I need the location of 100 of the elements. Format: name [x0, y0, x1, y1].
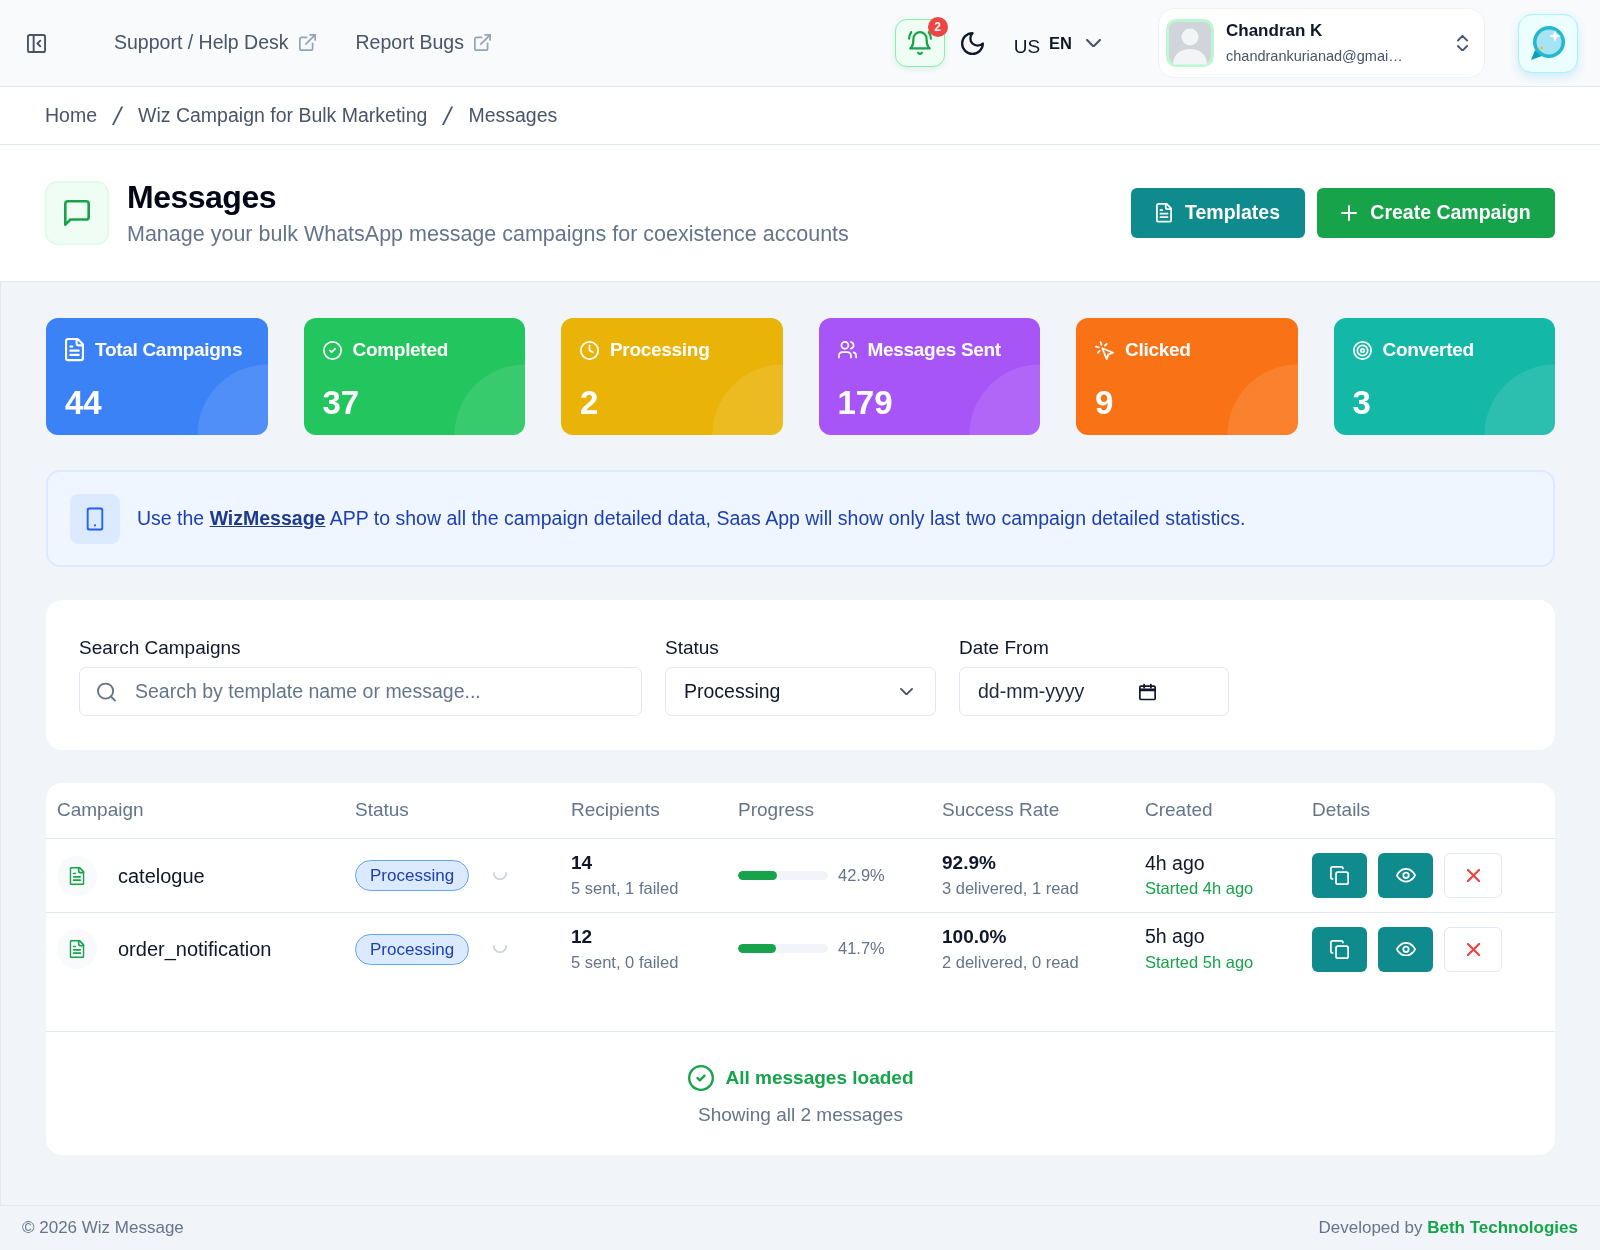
stat-value: 2 — [580, 383, 599, 423]
user-name: Chandran K — [1226, 20, 1324, 41]
clock-icon — [580, 340, 599, 360]
created-time: 5h ago — [1145, 925, 1205, 949]
column-header: Status — [354, 799, 410, 822]
started-time: Started 4h ago — [1145, 879, 1254, 900]
stat-value: 44 — [65, 383, 102, 423]
stat-value: 37 — [322, 383, 360, 423]
wizmessage-link[interactable]: WizMessage — [209, 506, 326, 529]
delivery-summary: 2 delivered, 0 read — [942, 952, 1079, 973]
document-icon — [65, 338, 84, 362]
sidebar-toggle-icon[interactable] — [27, 33, 46, 53]
column-header: Details — [1311, 799, 1372, 822]
page-title: Messages — [127, 177, 277, 217]
message-count-text: Showing all 2 messages — [698, 1104, 903, 1127]
view-button[interactable] — [1378, 853, 1433, 898]
stat-label: Completed — [352, 338, 448, 362]
close-icon — [1466, 869, 1480, 882]
cancel-button[interactable] — [1444, 926, 1502, 972]
loading-spinner-icon — [493, 871, 508, 880]
recipient-count: 12 — [571, 925, 593, 949]
chevron-down-icon — [1086, 38, 1101, 48]
stat-label: Clicked — [1125, 338, 1191, 362]
campaign-name: order_notification — [118, 937, 272, 961]
search-field[interactable]: Search by template name or message... — [79, 667, 642, 716]
document-icon — [1156, 203, 1172, 223]
search-icon — [97, 682, 116, 701]
chevrons-up-down-icon — [1457, 34, 1468, 52]
column-header: Campaign — [56, 799, 145, 822]
message-icon — [45, 181, 109, 245]
file-icon — [57, 855, 97, 896]
breadcrumb-link[interactable]: Wiz Campaign for Bulk Marketing — [138, 103, 428, 128]
delivery-summary: 3 delivered, 1 read — [942, 879, 1079, 899]
stat-value: 179 — [837, 383, 893, 423]
user-menu[interactable]: Chandran K chandrankurianad@gmai… — [1158, 8, 1485, 78]
column-header: Created — [1144, 799, 1214, 822]
notifications-button[interactable]: 2 — [894, 19, 945, 67]
close-icon — [1466, 942, 1480, 956]
info-message: Use the WizMessage APP to show all the campaign detailed data, Saas App will show only last two campaign detailed statistics. — [137, 505, 1246, 531]
column-header: Success Rate — [941, 799, 1061, 822]
avatar-silhouette-icon — [1166, 19, 1214, 67]
copyright-text: © 2026 Wiz Message — [22, 1217, 184, 1240]
date-from-label: Date From — [959, 636, 1050, 660]
chat-bubble-icon — [1528, 23, 1568, 63]
bell-icon — [907, 31, 932, 55]
developer-credit: Developed by Beth Technologies — [1318, 1217, 1578, 1240]
moon-icon[interactable] — [960, 31, 984, 55]
progress-percent: 41.7% — [838, 939, 885, 959]
status-label: Status — [665, 636, 720, 660]
stat-label: Processing — [610, 338, 710, 362]
plus-icon — [1341, 205, 1358, 221]
smartphone-icon — [70, 493, 120, 544]
page-subtitle: Manage your bulk WhatsApp message campaigns for coexistence accounts — [127, 222, 849, 249]
stat-label: Total Campaigns — [95, 338, 243, 362]
top-nav-link[interactable]: Report Bugs — [355, 31, 491, 55]
cursor-click-icon — [1095, 340, 1114, 360]
stat-value: 3 — [1352, 383, 1371, 423]
column-header: Progress — [737, 799, 816, 822]
slash-separator-icon — [442, 105, 454, 126]
stat-value: 9 — [1095, 383, 1114, 423]
templates-button[interactable]: Templates — [1131, 188, 1305, 238]
chevron-down-icon — [900, 687, 913, 696]
recipient-count: 14 — [571, 852, 593, 875]
cancel-button[interactable] — [1444, 853, 1502, 898]
loading-spinner-icon — [493, 945, 508, 953]
check-circle-icon — [687, 1065, 714, 1091]
slash-separator-icon — [112, 105, 124, 126]
copy-icon — [1330, 939, 1349, 959]
external-link-icon — [473, 34, 491, 52]
recipient-summary: 5 sent, 1 failed — [571, 879, 679, 899]
users-icon — [837, 341, 857, 359]
recipient-summary: 5 sent, 0 failed — [571, 952, 679, 973]
view-button[interactable] — [1378, 926, 1433, 972]
notification-badge: 2 — [927, 17, 948, 37]
success-rate: 92.9% — [942, 852, 996, 875]
eye-icon — [1395, 941, 1416, 957]
copy-icon — [1330, 866, 1349, 885]
progress-percent: 42.9% — [838, 865, 885, 886]
user-email: chandrankurianad@gmai… — [1226, 48, 1403, 66]
top-nav-link[interactable]: Support / Help Desk — [114, 31, 316, 55]
load-status: All messages loaded — [725, 1066, 914, 1090]
success-rate: 100.0% — [942, 925, 1007, 949]
breadcrumb-link[interactable]: Home — [45, 103, 98, 128]
calendar-icon — [1139, 683, 1156, 700]
chat-assistant-button[interactable] — [1518, 13, 1578, 73]
language-selector[interactable]: US EN — [1013, 30, 1101, 56]
check-circle-icon — [322, 340, 342, 360]
stat-label: Converted — [1382, 338, 1474, 362]
search-label: Search Campaigns — [79, 636, 242, 660]
external-link-icon — [298, 34, 316, 52]
started-time: Started 5h ago — [1145, 952, 1254, 973]
created-time: 4h ago — [1145, 851, 1205, 876]
stat-label: Messages Sent — [867, 338, 1001, 362]
status-badge: Processing — [355, 933, 470, 965]
date-field[interactable]: dd-mm-yyyy — [959, 667, 1229, 716]
copy-button[interactable] — [1312, 926, 1367, 972]
status-dropdown[interactable]: Processing — [665, 667, 936, 716]
status-badge: Processing — [355, 860, 470, 891]
copy-button[interactable] — [1312, 853, 1367, 898]
campaign-name: catelogue — [118, 863, 205, 888]
